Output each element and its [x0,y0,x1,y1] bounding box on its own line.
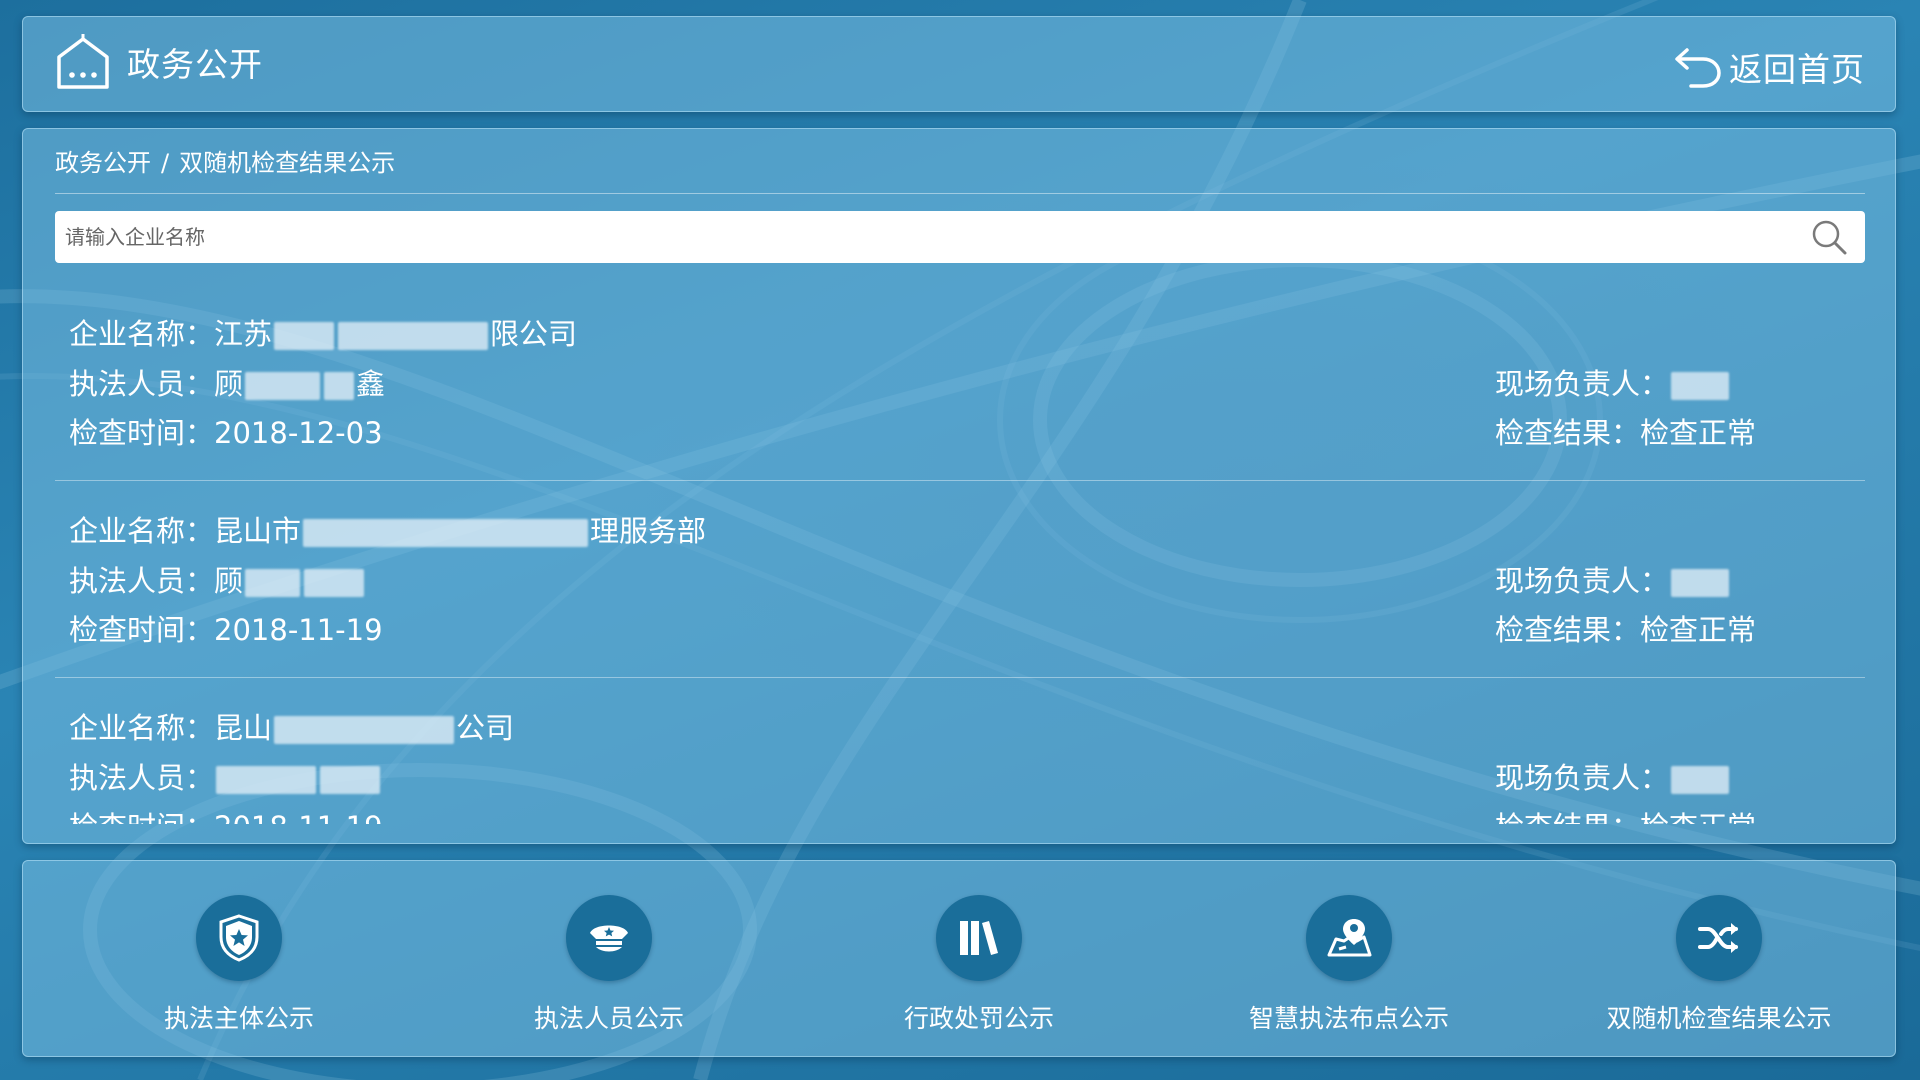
map-pin-icon [1327,919,1372,957]
list-item[interactable]: 企业名称：昆山 公司 执法人员： 检查时间：2018-11-19 现场负责人： 检… [55,678,1865,824]
nav-icon-circle [1676,895,1762,981]
company-name-prefix: 昆山 [214,711,273,745]
nav-icon-circle [936,895,1022,981]
company-name-row: 企业名称：江苏 限公司 [69,311,577,353]
company-name-suffix: 公司 [456,711,515,745]
officer-prefix: 顾 [214,367,244,401]
redacted-text [245,372,321,400]
main-panel: 政务公开/双随机检查结果公示 企业名称：江苏限公司 执法人员：顾鑫 检查时间：2… [22,128,1896,844]
site-manager-label: 现场负责人： [1495,367,1670,401]
redacted-text [1671,569,1730,597]
police-cap-icon [590,925,628,952]
breadcrumb: 政务公开 / 双随机检查结果公示 [55,143,395,178]
inspection-result: 检查正常 [1640,613,1757,647]
redacted-text [274,716,455,744]
company-name-row: 企业名称：昆山 公司 [69,705,514,747]
result-row: 检查结果：检查正常 [1495,804,1756,824]
nav-label: 智慧执法布点公示 [1248,1004,1449,1033]
government-building-icon [57,34,109,89]
inspection-date: 2018-11-19 [214,613,383,647]
inspection-date: 2018-12-03 [214,416,383,450]
nav-administrative-penalty[interactable]: 行政处罚公示 [829,895,1129,1035]
company-name-prefix: 昆山市 [214,514,302,548]
shuffle-icon [1698,923,1738,953]
inspection-time-row: 检查时间：2018-11-19 [69,804,383,824]
bottom-nav: 执法主体公示 执法人员公示 行政处罚公示 智慧执法布点公示 双随机检查结果公示 [22,860,1896,1057]
nav-label: 执法人员公示 [533,1004,684,1033]
officer-label: 执法人员： [69,564,215,598]
inspection-result: 检查正常 [1640,416,1757,450]
header-title-group: 政务公开 [55,33,263,91]
result-row: 检查结果：检查正常 [1495,410,1756,452]
company-label: 企业名称： [69,514,215,548]
site-manager-row: 现场负责人： [1495,558,1731,600]
result-label: 检查结果： [1495,613,1641,647]
shield-star-icon [219,914,259,962]
company-name-row: 企业名称：昆山市 理服务部 [69,508,706,550]
officer-row: 执法人员：顾 [69,558,366,600]
search-input[interactable] [55,210,1809,264]
books-icon [960,921,998,955]
officer-row: 执法人员： [69,755,382,797]
redacted-text [304,569,365,597]
redacted-text [274,322,335,350]
result-label: 检查结果： [1495,810,1640,824]
back-arrow-icon [1675,48,1721,88]
officer-row: 执法人员：顾 鑫 [69,361,385,403]
company-name-prefix: 江苏 [214,317,273,351]
list-item[interactable]: 企业名称：江苏 限公司 执法人员：顾 鑫 检查时间：2018-12-03 现场负责人… [55,284,1865,481]
nav-smart-enforcement-points[interactable]: 智慧执法布点公示 [1199,895,1499,1035]
company-label: 企业名称： [69,711,215,745]
time-label: 检查时间： [69,416,215,450]
inspection-date: 2018-11-19 [214,810,383,824]
redacted-text [216,766,317,794]
nav-icon-circle [196,895,282,981]
nav-icon-circle [1306,895,1392,981]
site-manager-row: 现场负责人： [1495,361,1731,403]
redacted-text [1671,372,1730,400]
back-home-label: 返回首页 [1729,50,1865,89]
company-name-suffix: 限公司 [490,317,578,351]
list-item[interactable]: 企业名称：昆山市 理服务部 执法人员：顾 检查时间：2018-11-19 现场负责… [55,481,1865,678]
time-label: 检查时间： [69,613,215,647]
company-label: 企业名称： [69,317,215,351]
redacted-text [303,519,589,547]
nav-icon-circle [566,895,652,981]
site-manager-row: 现场负责人： [1495,755,1731,797]
top-bar: 政务公开 返回首页 [22,16,1896,112]
result-label: 检查结果： [1495,416,1641,450]
breadcrumb-divider [55,193,1865,194]
officer-label: 执法人员： [69,761,215,795]
site-manager-label: 现场负责人： [1495,564,1670,598]
nav-law-enforcement-subject[interactable]: 执法主体公示 [89,895,389,1035]
back-home-button[interactable]: 返回首页 [1673,43,1865,91]
inspection-result: 检查正常 [1640,810,1756,824]
breadcrumb-current: 双随机检查结果公示 [179,149,396,177]
officer-label: 执法人员： [69,367,215,401]
result-row: 检查结果：检查正常 [1495,607,1756,649]
inspection-time-row: 检查时间：2018-11-19 [69,607,383,649]
inspection-time-row: 检查时间：2018-12-03 [69,410,383,452]
redacted-text [338,322,489,350]
nav-double-random-inspection[interactable]: 双随机检查结果公示 [1569,895,1869,1035]
officer-prefix: 顾 [214,564,244,598]
search-icon[interactable] [1809,217,1849,257]
nav-label: 执法主体公示 [163,1004,314,1033]
redacted-text [324,372,355,400]
breadcrumb-root[interactable]: 政务公开 [55,149,151,177]
company-name-suffix: 理服务部 [590,514,707,548]
site-manager-label: 现场负责人： [1495,761,1670,795]
officer-suffix: 鑫 [356,367,386,401]
search-bar [55,210,1865,264]
time-label: 检查时间： [69,810,214,824]
redacted-text [245,569,301,597]
redacted-text [1671,766,1730,794]
nav-law-enforcement-personnel[interactable]: 执法人员公示 [459,895,759,1035]
nav-label: 双随机检查结果公示 [1606,1004,1832,1033]
nav-label: 行政处罚公示 [903,1004,1054,1033]
result-list[interactable]: 企业名称：江苏 限公司 执法人员：顾鑫 检查时间：2018-12-03 现场负责人… [55,284,1865,824]
redacted-text [320,766,381,794]
page-title: 政务公开 [127,45,263,84]
breadcrumb-separator: / [161,149,170,177]
